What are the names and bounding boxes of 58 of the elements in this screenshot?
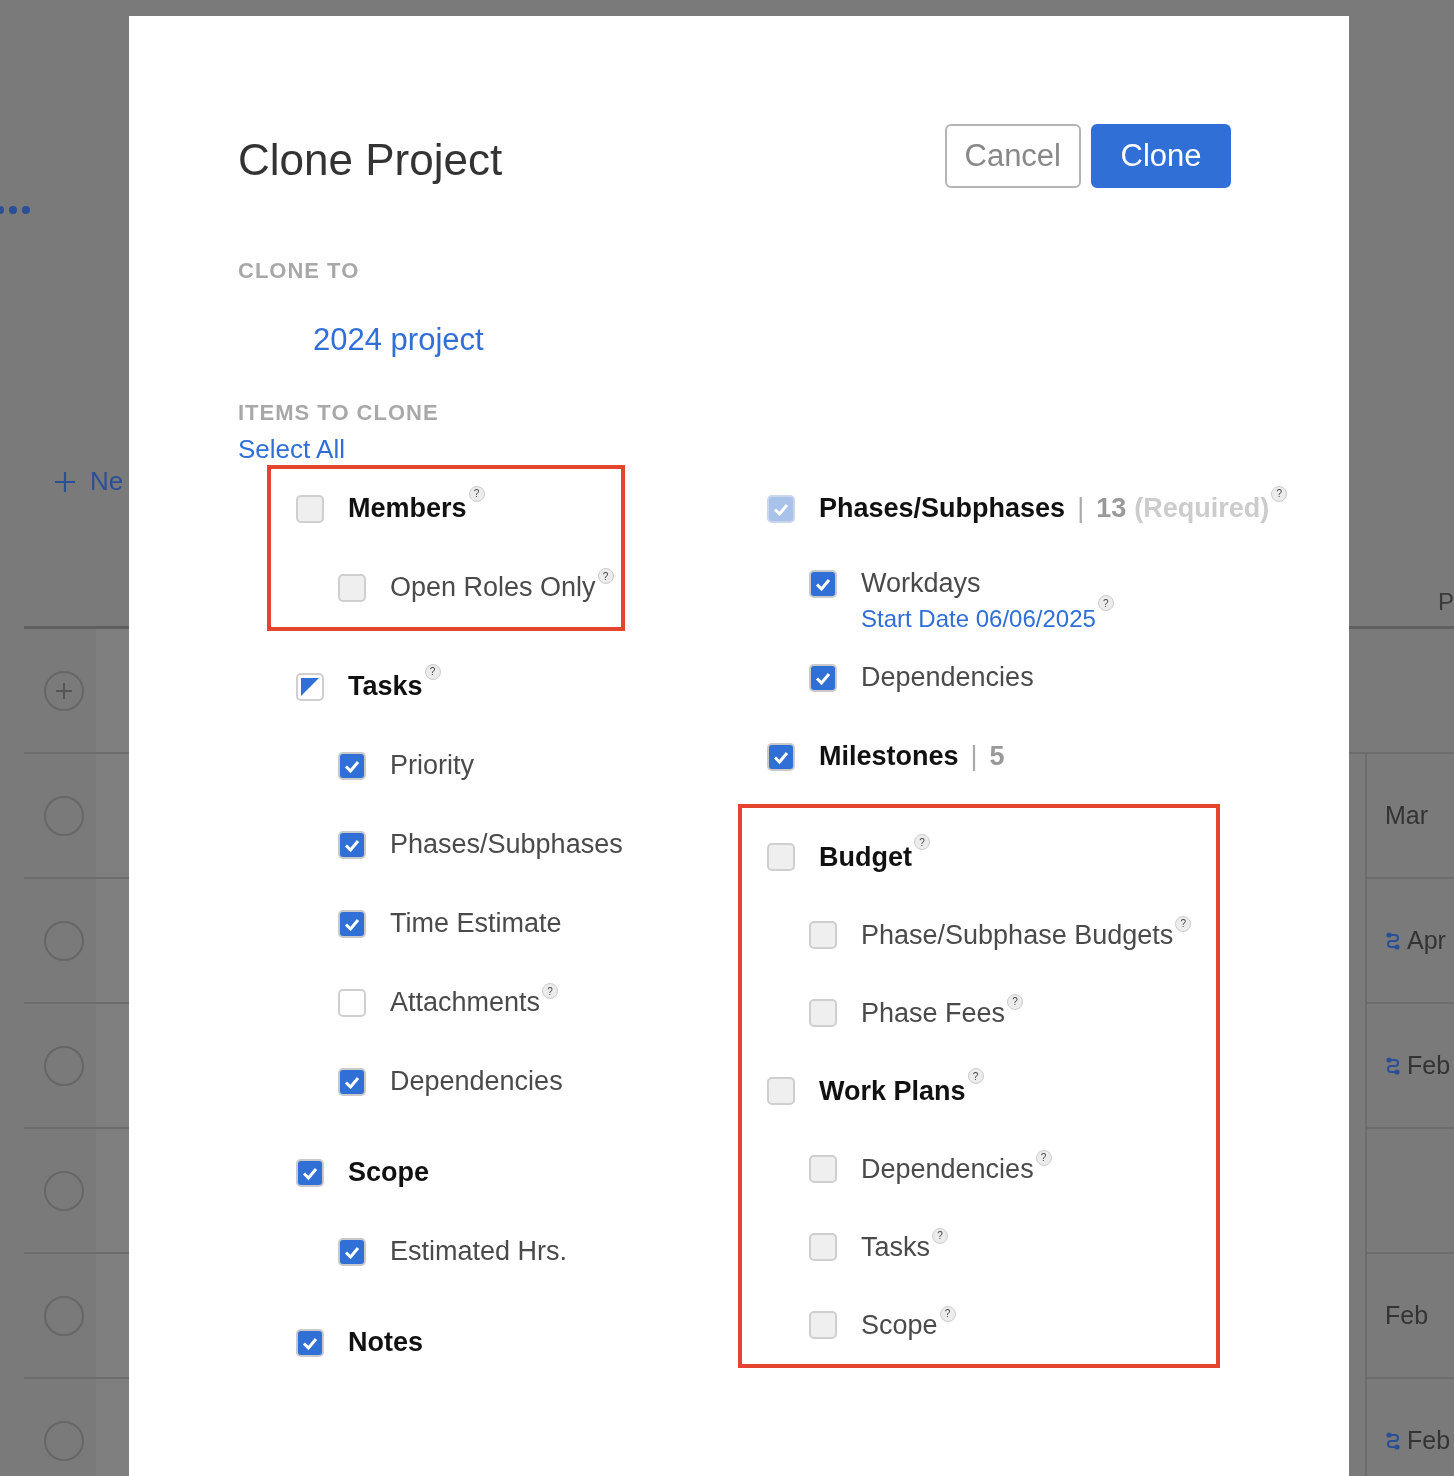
option-label: Open Roles Only [390,572,596,603]
item-count: 5 [989,741,1005,772]
option-label: Members [348,493,467,524]
option-label: Phases/Subphases [390,829,623,860]
partial-check-icon [300,676,320,697]
add-icon[interactable] [44,670,84,711]
checkbox[interactable] [767,742,795,771]
option-label: Phases/Subphases [819,493,1066,524]
option-label: Tasks [348,671,423,702]
option-label: Scope [861,1309,938,1341]
option-label: Dependencies [861,1153,1034,1185]
checkbox[interactable] [338,909,366,938]
option-label: Notes [348,1327,423,1358]
item-count: 13 [1096,493,1127,524]
option-label: Budget [819,841,912,873]
option-label: Attachments [390,987,541,1018]
option-label: Phase/Subphase Budgets [861,919,1174,951]
help-icon[interactable]: ? [424,663,441,680]
checkbox[interactable] [338,1067,366,1096]
table-cell: Apr [1365,879,1454,1004]
dependency-icon [1385,1430,1401,1451]
option-label: Time Estimate [390,908,562,939]
dependency-icon [1385,930,1401,951]
checkbox[interactable] [338,1237,366,1266]
checkbox[interactable] [338,751,366,780]
dialog-title: Clone Project [238,135,503,185]
option-label: Milestones [819,741,959,772]
table-cell: Feb [1365,1004,1454,1129]
option-label: Dependencies [861,662,1034,693]
column-header: P [1438,588,1454,616]
table-cell: Feb [1365,1254,1454,1379]
target-project-link[interactable]: 2024 project [313,322,1240,358]
dependency-icon [1385,1055,1401,1076]
checkbox[interactable] [296,1328,324,1357]
select-all-link[interactable]: Select All [238,434,345,465]
help-icon[interactable]: ? [542,983,559,999]
option-label: Tasks [861,1231,931,1263]
table-cell: Feb [1365,1379,1454,1476]
option-label: Work Plans [819,1075,966,1107]
option-label: Workdays [861,568,981,599]
option-label: Dependencies [390,1066,563,1097]
checkbox[interactable] [338,988,366,1017]
option-label: Priority [390,750,474,781]
separator: | [970,741,978,772]
cancel-button[interactable]: Cancel [944,124,1081,188]
clone-button[interactable]: Clone [1091,124,1231,188]
separator: | [1077,493,1085,524]
option-label: Phase Fees [861,997,1006,1029]
option-label: Scope [348,1157,430,1188]
option-label: Estimated Hrs. [390,1236,568,1267]
section-heading: ITEMS TO CLONE [238,400,440,426]
plus-icon [54,470,76,493]
more-icon[interactable] [0,206,30,214]
checkbox[interactable] [296,672,324,701]
checkbox[interactable] [338,830,366,859]
table-cell: Mar [1365,754,1454,879]
checkbox[interactable] [296,1158,324,1187]
section-heading: CLONE TO [238,258,361,284]
